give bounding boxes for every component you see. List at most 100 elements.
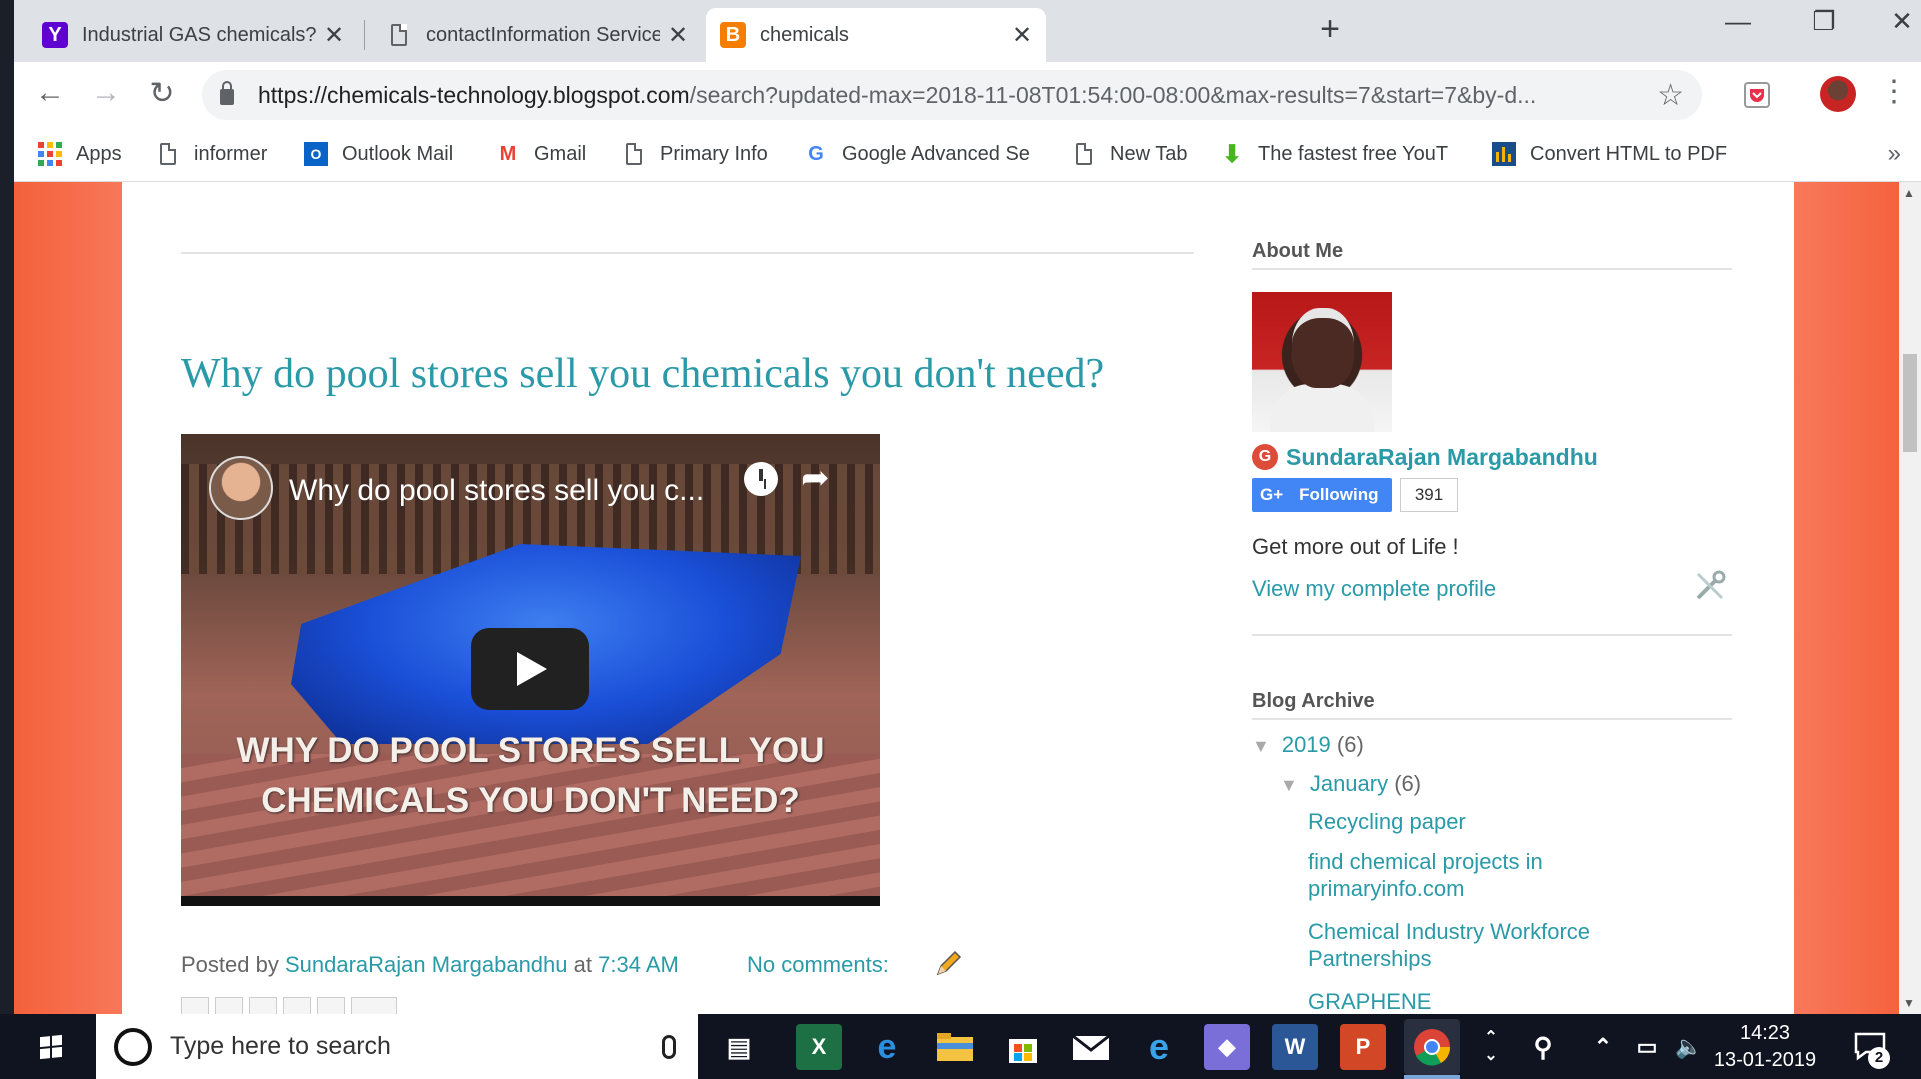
tab-strip: Y Industrial GAS chemicals? market ✕ con… [14,0,1921,62]
share-buttons [181,997,397,1014]
bookmark-label: Google Advanced Se [842,142,1030,165]
tab-chemicals[interactable]: B chemicals ✕ [706,8,1046,62]
collapse-triangle-icon[interactable]: ▼ [1252,736,1270,756]
battery-icon[interactable]: ▭ [1624,1024,1670,1070]
collapse-triangle-icon[interactable]: ▼ [1280,775,1298,795]
bookmarks-overflow-icon[interactable]: » [1888,140,1901,168]
post-title[interactable]: Why do pool stores sell you chemicals yo… [181,350,1104,398]
at-label: at [573,952,592,977]
bookmark-new-tab[interactable]: New Tab [1072,138,1187,170]
profile-avatar-icon[interactable] [1820,76,1856,112]
chrome-icon[interactable] [1404,1019,1460,1075]
close-tab-icon[interactable]: ✕ [1012,21,1032,50]
divider [1252,634,1732,636]
excel-icon[interactable]: X [796,1024,842,1070]
windows-taskbar: Type here to search ▤ X e e ◆ W P ⌃ ⌄ ⚲ ⌃… [0,1014,1921,1079]
facebook-share-icon[interactable] [283,997,311,1014]
page-scrollbar[interactable]: ▲ ▼ [1899,182,1921,1014]
tab-title: Industrial GAS chemicals? market [82,23,316,46]
bookmark-youtube-downloader[interactable]: ⬇ The fastest free YouT [1220,138,1448,170]
taskbar-clock[interactable]: 14:23 13-01-2019 [1710,1020,1820,1074]
edge-icon[interactable]: e [864,1024,910,1070]
volume-icon[interactable]: 🔈 [1666,1024,1712,1070]
watch-later-icon[interactable] [744,462,778,496]
reload-icon[interactable]: ↻ [144,76,180,111]
taskbar-search[interactable]: Type here to search [96,1014,698,1079]
bookmark-primary-info[interactable]: Primary Info [622,138,768,170]
gplus-share-icon[interactable] [351,997,397,1014]
microphone-icon[interactable] [662,1034,676,1059]
new-tab-button[interactable]: + [1310,10,1350,49]
restore-icon[interactable]: ❐ [1804,6,1844,37]
scroll-up-icon[interactable]: ▲ [1903,186,1915,200]
internet-explorer-icon[interactable]: e [1136,1024,1182,1070]
address-bar[interactable]: https://chemicals-technology.blogspot.co… [202,70,1702,120]
bookmark-convert-html[interactable]: Convert HTML to PDF [1492,138,1727,170]
taskbar-scroll-icon[interactable]: ⌃ ⌄ [1468,1024,1514,1070]
task-view-icon[interactable]: ▤ [716,1024,762,1070]
archive-post-link[interactable]: Chemical Industry Workforce Partnerships [1308,918,1688,972]
forward-icon[interactable]: → [88,76,124,110]
bookmark-star-icon[interactable]: ☆ [1657,78,1684,113]
wrench-screwdriver-icon[interactable] [1692,568,1728,604]
window-close-icon[interactable]: ✕ [1882,6,1921,37]
scroll-down-icon[interactable]: ▼ [1903,996,1915,1010]
url-text: https://chemicals-technology.blogspot.co… [258,82,1536,109]
archive-post-link[interactable]: find chemical projects in primaryinfo.co… [1308,848,1688,902]
post-footer: Posted by SundaraRajan Margabandhu at 7:… [181,952,679,978]
remote-app-icon[interactable]: ◆ [1204,1024,1250,1070]
view-profile-link[interactable]: View my complete profile [1252,576,1496,602]
archive-post-link[interactable]: GRAPHENE [1308,988,1688,1014]
archive-month-link[interactable]: January [1310,771,1388,796]
gmail-icon: M [499,142,517,165]
author-link[interactable]: SundaraRajan Margabandhu [285,952,568,977]
video-title[interactable]: Why do pool stores sell you c... [289,474,704,508]
cortana-icon[interactable] [114,1027,152,1066]
profile-photo[interactable] [1252,292,1392,432]
bookmark-apps[interactable]: Apps [38,138,122,170]
play-button[interactable] [471,628,589,710]
powerpoint-icon[interactable]: P [1340,1024,1386,1070]
tab-contact-information[interactable]: contactInformation Services Sma ✕ [372,8,702,62]
bookmark-label: Gmail [534,142,587,165]
video-caption: WHY DO POOL STORES SELL YOU CHEMICALS YO… [181,726,880,826]
twitter-share-icon[interactable] [249,997,277,1014]
scrollbar-thumb[interactable] [1903,354,1917,452]
pocket-extension-icon[interactable] [1742,80,1772,110]
bookmark-informer[interactable]: informer [156,138,267,170]
following-label: Following [1299,485,1379,504]
close-tab-icon[interactable]: ✕ [324,21,344,50]
back-icon[interactable]: ← [32,76,68,110]
archive-year-row[interactable]: ▼ 2019 (6) [1252,732,1364,758]
close-tab-icon[interactable]: ✕ [668,21,688,50]
archive-year-link[interactable]: 2019 [1282,732,1331,757]
bookmark-google-advanced[interactable]: G Google Advanced Se [804,138,1030,170]
tab-industrial-gas[interactable]: Y Industrial GAS chemicals? market ✕ [28,8,358,62]
share-icon[interactable]: ➦ [801,458,830,498]
tab-title: chemicals [760,23,849,46]
bookmark-outlook-mail[interactable]: O Outlook Mail [304,138,453,170]
archive-post-link[interactable]: Recycling paper [1308,808,1688,835]
email-share-icon[interactable] [181,997,209,1014]
archive-month-row[interactable]: ▼ January (6) [1280,771,1421,797]
post-time-link[interactable]: 7:34 AM [598,952,679,977]
following-button[interactable]: G+ Following [1252,478,1392,512]
file-explorer-icon[interactable] [932,1024,978,1070]
menu-dots-icon[interactable]: ⋮ [1876,74,1912,109]
youtube-video-embed[interactable]: Why do pool stores sell you c... ➦ WHY D… [181,434,880,906]
pinterest-share-icon[interactable] [317,997,345,1014]
people-icon[interactable]: ⚲ [1520,1024,1566,1070]
doc-icon [1072,142,1096,166]
word-icon[interactable]: W [1272,1024,1318,1070]
channel-avatar[interactable] [209,456,273,520]
start-button[interactable] [0,1014,96,1079]
mail-icon[interactable] [1068,1024,1114,1070]
blog-share-icon[interactable] [215,997,243,1014]
comments-link[interactable]: No comments: [747,952,889,978]
bookmark-gmail[interactable]: M Gmail [496,138,587,170]
profile-name-link[interactable]: SundaraRajan Margabandhu [1286,444,1598,471]
minimize-icon[interactable]: — [1718,6,1758,37]
store-icon[interactable] [1000,1024,1046,1070]
edit-pencil-icon[interactable] [932,948,964,980]
show-hidden-icons[interactable]: ⌃ [1580,1024,1626,1070]
